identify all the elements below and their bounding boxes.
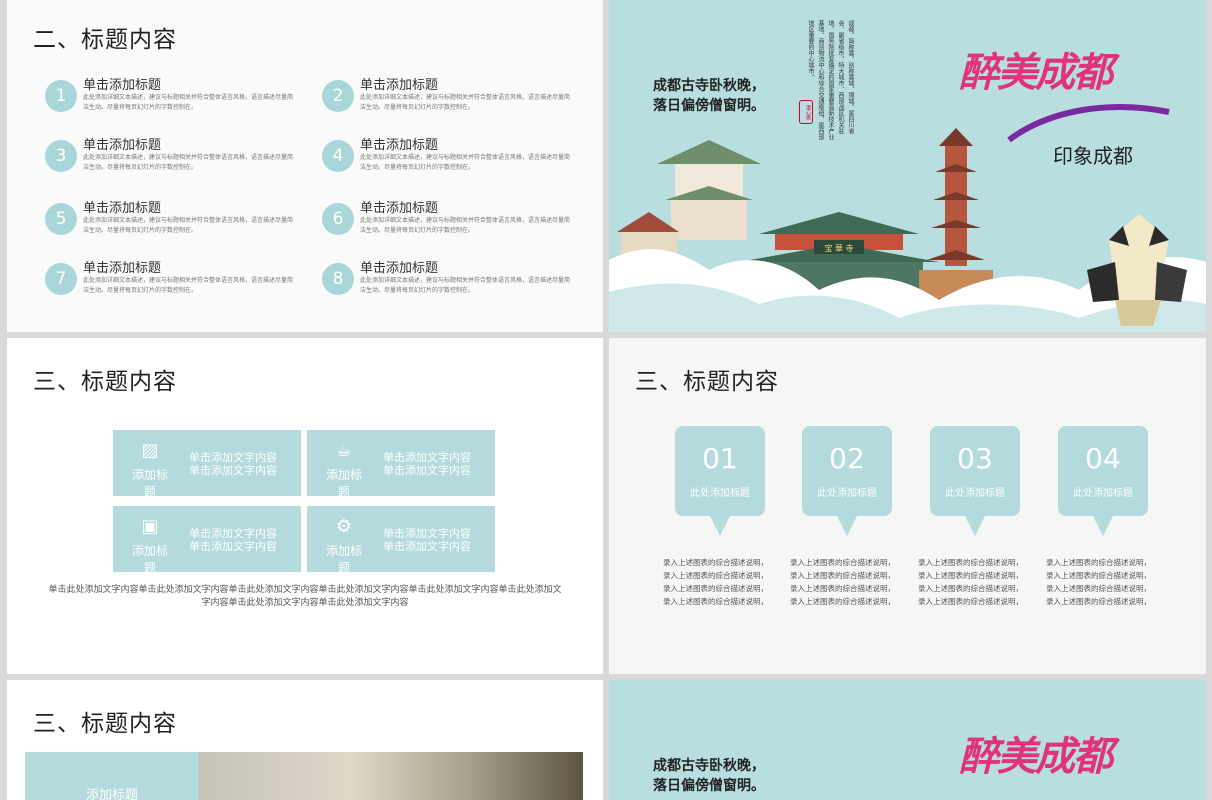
card-text: 单击添加文字内容 单击添加文字内容 — [189, 451, 277, 477]
poem-text: 成都古寺卧秋晚， 落日偏傍僧窗明。 — [653, 756, 765, 796]
bubble-number: 03 — [957, 442, 993, 475]
slide-thumbnail-3[interactable]: 三、标题内容 ▨ 添加标题 单击添加文字内容 单击添加文字内容 ☕ 添加标题 单击添… — [7, 338, 603, 674]
card-text: 单击添加文字内容 单击添加文字内容 — [383, 527, 471, 553]
bubble-number: 01 — [702, 442, 738, 475]
list-item: 1 单击添加标题 此处添加详细文本描述，建议与标题相关并符合整体语言风格，语言描… — [33, 74, 293, 118]
svg-text:宝 華 寺: 宝 華 寺 — [824, 243, 853, 253]
poem-text: 成都古寺卧秋晚， 落日偏傍僧窗明。 — [653, 76, 765, 116]
list-item: 3 单击添加标题 此处添加详细文本描述，建议与标题相关并符合整体语言风格，语言描… — [33, 134, 293, 178]
list-item: 6 单击添加标题 此处添加详细文本描述，建议与标题相关并符合整体语言风格，语言描… — [310, 197, 570, 241]
sofa-icon: ▣ — [141, 516, 159, 537]
number-badge: 2 — [322, 80, 354, 112]
item-desc: 此处添加详细文本描述，建议与标题相关并符合整体语言风格，语言描述尽量简洁生动。尽… — [360, 277, 571, 294]
brush-title: 醉美成都 — [959, 734, 1113, 780]
bubble-number: 04 — [1085, 442, 1121, 475]
number-bubble: 02 此处添加标题 — [802, 426, 892, 536]
gears-icon: ⚙ — [335, 516, 353, 537]
item-title: 单击添加标题 — [360, 201, 439, 216]
list-item: 5 单击添加标题 此处添加详细文本描述，建议与标题相关并符合整体语言风格，语言描… — [33, 197, 293, 241]
band-label: 添加标题 — [85, 788, 138, 800]
slide-thumbnail-4[interactable]: 三、标题内容 01 此处添加标题 录入上述图表的综合描述说明，录入上述图表的综合描… — [609, 338, 1206, 674]
feature-card: ⚙ 添加标题 单击添加文字内容 单击添加文字内容 — [307, 506, 495, 575]
item-title: 单击添加标题 — [83, 201, 162, 216]
list-item: 4 单击添加标题 此处添加详细文本描述，建议与标题相关并符合整体语言风格，语言描… — [310, 134, 570, 178]
bubble-label: 此处添加标题 — [817, 488, 877, 499]
vertical-text: 成都，简称蓉，别称蓉城、锦城，是四川省会、副省级市，特大城市、西部战区机关驻地，… — [807, 20, 854, 140]
bubble-desc: 录入上述图表的综合描述说明，录入上述图表的综合描述说明，录入上述图表的综合描述说… — [918, 558, 1023, 606]
photo — [199, 752, 583, 800]
poem-line-1: 成都古寺卧秋晚， — [653, 78, 765, 94]
number-badge: 7 — [45, 263, 77, 295]
item-desc: 此处添加详细文本描述，建议与标题相关并符合整体语言风格，语言描述尽量简洁生动。尽… — [83, 94, 294, 111]
card-label: 添加标题 — [325, 544, 362, 575]
slide-title: 三、标题内容 — [33, 711, 177, 737]
card-label: 添加标题 — [131, 544, 168, 575]
slide-title: 三、标题内容 — [635, 369, 779, 395]
card-label: 添加标题 — [131, 468, 168, 499]
list-item: 7 单击添加标题 此处添加详细文本描述，建议与标题相关并符合整体语言风格，语言描… — [33, 257, 293, 301]
image-icon: ▨ — [141, 440, 159, 461]
number-bubble: 01 此处添加标题 — [675, 426, 765, 536]
item-title: 单击添加标题 — [360, 78, 439, 93]
poem-line-2: 落日偏傍僧窗明。 — [653, 98, 765, 114]
slide-title: 二、标题内容 — [33, 27, 177, 53]
slide-title: 三、标题内容 — [33, 369, 177, 395]
item-title: 单击添加标题 — [83, 78, 162, 93]
item-desc: 此处添加详细文本描述，建议与标题相关并符合整体语言风格，语言描述尽量简洁生动。尽… — [360, 217, 571, 234]
number-badge: 5 — [45, 203, 77, 235]
item-desc: 此处添加详细文本描述，建议与标题相关并符合整体语言风格，语言描述尽量简洁生动。尽… — [360, 154, 571, 171]
item-desc: 此处添加详细文本描述，建议与标题相关并符合整体语言风格，语言描述尽量简洁生动。尽… — [83, 154, 294, 171]
coffee-icon: ☕ — [335, 440, 353, 461]
slide-thumbnail-1[interactable]: 二、标题内容 1 单击添加标题 此处添加详细文本描述，建议与标题相关并符合整体语… — [7, 0, 603, 332]
brush-title: 醉美成都 — [959, 50, 1113, 96]
bubble-label: 此处添加标题 — [690, 488, 750, 499]
poem-line-2: 落日偏傍僧窗明。 — [653, 778, 765, 794]
bubble-desc: 录入上述图表的综合描述说明，录入上述图表的综合描述说明，录入上述图表的综合描述说… — [663, 558, 768, 606]
item-title: 单击添加标题 — [83, 138, 162, 153]
slide-thumbnail-5[interactable]: 三、标题内容 添加标题 — [7, 680, 603, 800]
item-desc: 此处添加详细文本描述，建议与标题相关并符合整体语言风格，语言描述尽量简洁生动。尽… — [83, 277, 294, 294]
poster-subtitle: 印象成都 — [1053, 144, 1133, 168]
card-text: 单击添加文字内容 单击添加文字内容 — [383, 451, 471, 477]
feature-card: ▨ 添加标题 单击添加文字内容 单击添加文字内容 — [113, 430, 301, 499]
number-badge: 3 — [45, 140, 77, 172]
slide-thumbnail-2[interactable]: 宝 華 寺 成都古寺卧秋晚， 落日偏傍僧窗明。 澄心斋 成都，简称蓉，别称蓉城、… — [609, 0, 1206, 332]
number-badge: 1 — [45, 80, 77, 112]
number-badge: 6 — [322, 203, 354, 235]
number-bubble: 03 此处添加标题 — [930, 426, 1020, 536]
footer-text: 单击此处添加文字内容单击此处添加文字内容单击此处添加文字内容单击此处添加文字内容… — [48, 585, 562, 608]
feature-card: ☕ 添加标题 单击添加文字内容 单击添加文字内容 — [307, 430, 495, 499]
list-item: 8 单击添加标题 此处添加详细文本描述，建议与标题相关并符合整体语言风格，语言描… — [310, 257, 570, 301]
card-label: 添加标题 — [325, 468, 362, 499]
list-item: 2 单击添加标题 此处添加详细文本描述，建议与标题相关并符合整体语言风格，语言描… — [310, 74, 570, 118]
title-band: 添加标题 — [25, 752, 199, 800]
bubble-label: 此处添加标题 — [1073, 488, 1133, 499]
number-bubble: 04 此处添加标题 — [1058, 426, 1148, 536]
card-text: 单击添加文字内容 单击添加文字内容 — [189, 527, 277, 553]
feature-card: ▣ 添加标题 单击添加文字内容 单击添加文字内容 — [113, 506, 301, 575]
poem-line-1: 成都古寺卧秋晚， — [653, 758, 765, 774]
item-title: 单击添加标题 — [360, 261, 439, 276]
item-desc: 此处添加详细文本描述，建议与标题相关并符合整体语言风格，语言描述尽量简洁生动。尽… — [83, 217, 294, 234]
bubble-desc: 录入上述图表的综合描述说明，录入上述图表的综合描述说明，录入上述图表的综合描述说… — [790, 558, 895, 606]
number-badge: 8 — [322, 263, 354, 295]
item-desc: 此处添加详细文本描述，建议与标题相关并符合整体语言风格，语言描述尽量简洁生动。尽… — [360, 94, 571, 111]
bubble-desc: 录入上述图表的综合描述说明，录入上述图表的综合描述说明，录入上述图表的综合描述说… — [1046, 558, 1151, 606]
item-title: 单击添加标题 — [360, 138, 439, 153]
number-badge: 4 — [322, 140, 354, 172]
bubble-number: 02 — [829, 442, 865, 475]
item-title: 单击添加标题 — [83, 261, 162, 276]
bubble-label: 此处添加标题 — [945, 488, 1005, 499]
slide-thumbnail-6[interactable]: 成都古寺卧秋晚， 落日偏傍僧窗明。 醉美成都 — [609, 680, 1206, 800]
